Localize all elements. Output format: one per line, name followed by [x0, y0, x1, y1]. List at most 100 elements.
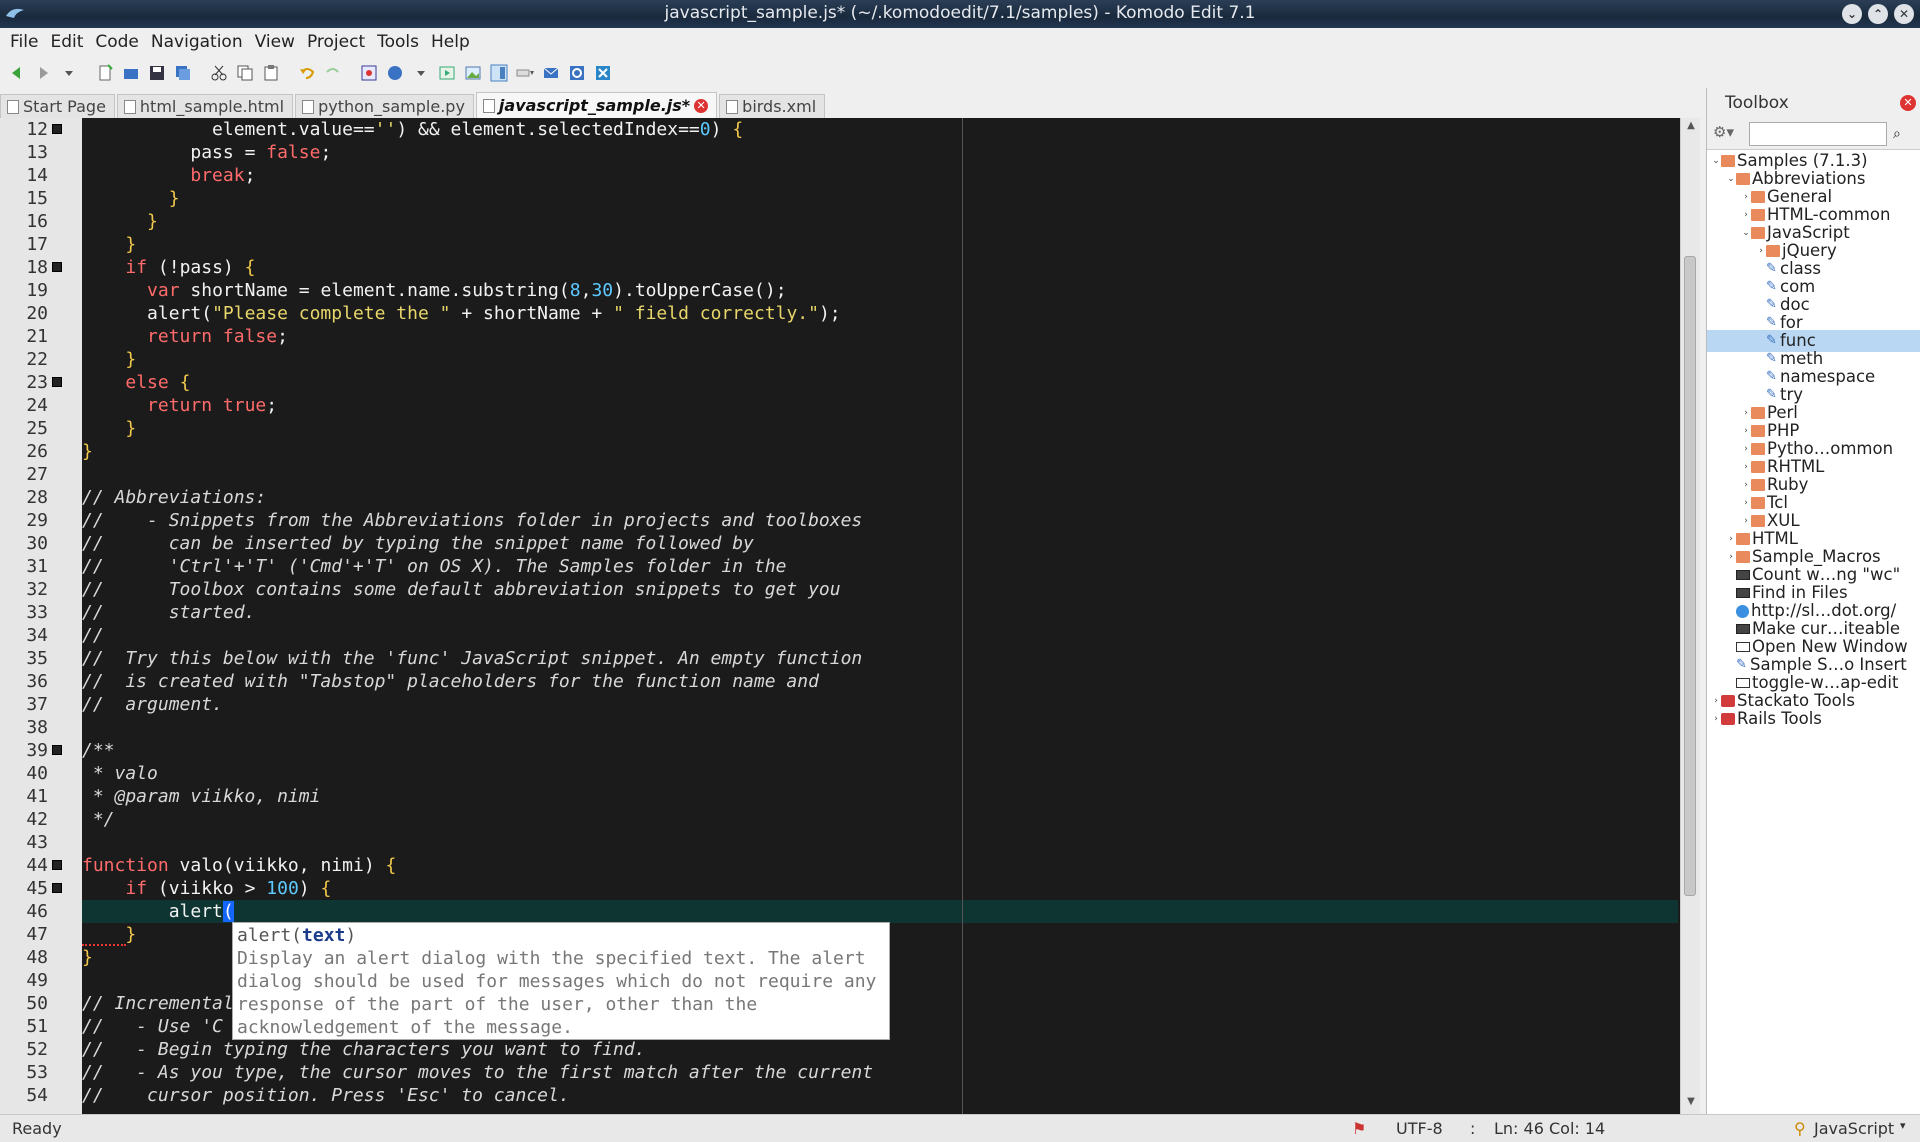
tab-birds-xml[interactable]: birds.xml	[719, 94, 826, 118]
forward-icon[interactable]	[32, 62, 54, 84]
line-number-gutter[interactable]: 12 13 14 15 16 17 18 19 20 21 22 23 24 25 26 27 28 29 30 31…	[0, 118, 82, 1114]
toolbox-item-rails-tools[interactable]: › Rails Tools	[1711, 708, 1822, 730]
code-line[interactable]: if (viikko > 100) {	[82, 877, 331, 900]
menu-help[interactable]: Help	[425, 32, 476, 52]
code-line[interactable]: */	[82, 808, 115, 831]
language-indicator[interactable]: JavaScript	[1814, 1119, 1894, 1138]
fold-marker-icon[interactable]	[52, 377, 62, 387]
code-line[interactable]: // Abbreviations:	[82, 486, 266, 509]
cut-icon[interactable]	[208, 62, 230, 84]
code-line[interactable]: }	[82, 348, 136, 371]
find-icon[interactable]	[358, 62, 380, 84]
cursor-position[interactable]: Ln: 46 Col: 14	[1494, 1119, 1605, 1138]
browser-preview-icon[interactable]	[384, 62, 406, 84]
preview-dropdown-icon[interactable]	[410, 62, 432, 84]
code-line[interactable]: // - As you type, the cursor moves to th…	[82, 1061, 873, 1084]
code-line[interactable]: element.value=='') && element.selectedIn…	[82, 118, 743, 141]
code-line[interactable]: }	[82, 440, 93, 463]
toolbox-search-input[interactable]	[1749, 121, 1887, 146]
paste-icon[interactable]	[260, 62, 282, 84]
menu-project[interactable]: Project	[301, 32, 371, 52]
fold-marker-icon[interactable]	[52, 883, 62, 893]
code-line[interactable]: // 'Ctrl'+'T' ('Cmd'+'T' on OS X). The S…	[82, 555, 786, 578]
code-line[interactable]: pass = false;	[82, 141, 331, 164]
close-button[interactable]: ✕	[1894, 4, 1914, 24]
code-line[interactable]: }	[82, 187, 180, 210]
redo-icon[interactable]	[322, 62, 344, 84]
binoculars-icon[interactable]: ⌕	[1893, 126, 1901, 142]
code-line[interactable]: // Try this below with the 'func' JavaSc…	[82, 647, 862, 670]
run-icon[interactable]	[436, 62, 458, 84]
code-line[interactable]: // argument.	[82, 693, 223, 716]
history-dropdown-icon[interactable]	[58, 62, 80, 84]
menu-tools[interactable]: Tools	[371, 32, 425, 52]
code-line[interactable]: * valo	[82, 762, 158, 785]
chevron-down-icon[interactable]: ⌄	[1726, 168, 1736, 190]
tab-python-sample[interactable]: python_sample.py	[295, 94, 474, 118]
code-line[interactable]: var shortName = element.name.substring(8…	[82, 279, 787, 302]
menu-view[interactable]: View	[249, 32, 301, 52]
code-line[interactable]: else {	[82, 371, 190, 394]
code-line[interactable]: }	[82, 233, 136, 256]
tab-javascript-sample[interactable]: javascript_sample.js* ✕	[475, 92, 718, 118]
fold-marker-icon[interactable]	[52, 124, 62, 134]
back-icon[interactable]	[6, 62, 28, 84]
code-line[interactable]: }	[82, 210, 158, 233]
chevron-down-icon[interactable]: ⌄	[1741, 222, 1751, 244]
code-line[interactable]: function valo(viikko, nimi) {	[82, 854, 396, 877]
code-line[interactable]: // - Use 'C	[82, 1015, 223, 1038]
layout-dropdown-icon[interactable]	[514, 62, 536, 84]
scroll-down-icon[interactable]: ▼	[1681, 1096, 1700, 1112]
code-line[interactable]: break;	[82, 164, 255, 187]
minimize-button[interactable]: ⌄	[1842, 4, 1862, 24]
code-line[interactable]: /**	[82, 739, 115, 762]
fold-marker-icon[interactable]	[52, 860, 62, 870]
copy-icon[interactable]	[234, 62, 256, 84]
code-line[interactable]: alert("Please complete the " + shortName…	[82, 302, 841, 325]
chevron-right-icon[interactable]: ›	[1711, 708, 1721, 730]
code-line[interactable]: if (!pass) {	[82, 256, 255, 279]
save-all-icon[interactable]	[172, 62, 194, 84]
code-line[interactable]: return false;	[82, 325, 288, 348]
image-icon[interactable]	[462, 62, 484, 84]
scroll-up-icon[interactable]: ▲	[1681, 120, 1700, 136]
encoding-indicator[interactable]: UTF-8	[1396, 1119, 1443, 1138]
code-line[interactable]: // Toolbox contains some default abbrevi…	[82, 578, 841, 601]
toggle-pane-icon[interactable]	[488, 62, 510, 84]
code-line[interactable]: // Incremental	[82, 992, 234, 1015]
code-line[interactable]: // - Begin typing the characters you wan…	[82, 1038, 646, 1061]
code-line[interactable]: }	[82, 417, 136, 440]
save-icon[interactable]	[146, 62, 168, 84]
code-line[interactable]: }	[82, 946, 93, 969]
gear-icon[interactable]: ⚙▾	[1713, 123, 1743, 145]
menu-navigation[interactable]: Navigation	[145, 32, 249, 52]
scrollbar-thumb[interactable]	[1684, 256, 1696, 896]
code-line[interactable]: * @param viikko, nimi	[82, 785, 321, 808]
mail-icon[interactable]	[540, 62, 562, 84]
menu-edit[interactable]: Edit	[44, 32, 89, 52]
fold-marker-icon[interactable]	[52, 262, 62, 272]
chevron-down-icon[interactable]: ⌄	[1711, 150, 1721, 172]
language-dropdown-icon[interactable]: ▾	[1900, 1119, 1906, 1132]
code-line[interactable]: alert(	[82, 900, 234, 923]
code-line[interactable]: //	[82, 624, 104, 647]
menu-file[interactable]: File	[4, 32, 44, 52]
menu-code[interactable]: Code	[89, 32, 145, 52]
tab-start-page[interactable]: Start Page	[0, 94, 115, 118]
refresh-icon[interactable]	[566, 62, 588, 84]
undo-icon[interactable]	[296, 62, 318, 84]
open-file-icon[interactable]	[120, 62, 142, 84]
code-line[interactable]: // cursor position. Press 'Esc' to cance…	[82, 1084, 570, 1107]
fold-marker-icon[interactable]	[52, 745, 62, 755]
close-tab-icon[interactable]: ✕	[694, 98, 709, 113]
lint-status-icon[interactable]: ⚑	[1352, 1119, 1366, 1138]
code-line[interactable]: // - Snippets from the Abbreviations fol…	[82, 509, 862, 532]
maximize-button[interactable]: ⌃	[1868, 4, 1888, 24]
tab-html-sample[interactable]: html_sample.html	[116, 94, 294, 118]
new-file-icon[interactable]	[94, 62, 116, 84]
close-toolbox-icon[interactable]: ✕	[1900, 95, 1916, 111]
code-line[interactable]: return true;	[82, 394, 277, 417]
tools-icon[interactable]	[592, 62, 614, 84]
code-line[interactable]: // can be inserted by typing the snippet…	[82, 532, 754, 555]
editor-vertical-scrollbar[interactable]: ▲ ▼	[1680, 118, 1700, 1114]
